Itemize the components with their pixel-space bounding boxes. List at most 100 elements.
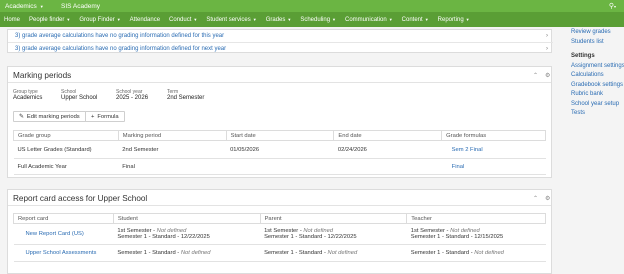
settings-header: Settings bbox=[571, 53, 595, 59]
marking-period-cell: Final bbox=[118, 158, 227, 175]
report-card-access-card: Report card access for Upper School ⌃ ⚙ … bbox=[7, 189, 552, 274]
gear-icon[interactable]: ⚙ bbox=[545, 72, 550, 79]
report-card-link[interactable]: Upper School Assessments bbox=[26, 250, 97, 256]
chevron-right-icon: › bbox=[546, 33, 548, 39]
grade-formula-link[interactable]: Final bbox=[452, 164, 465, 170]
marking-periods-table: Grade group Marking period Start date En… bbox=[13, 130, 546, 175]
nav-item-label: Student services bbox=[206, 16, 251, 23]
nav-item-label: Grades bbox=[265, 16, 286, 23]
button-label: Edit marking periods bbox=[26, 113, 80, 120]
report-card-link[interactable]: New Report Card (US) bbox=[26, 231, 84, 237]
app-switcher[interactable]: Academics ▼ bbox=[5, 3, 61, 10]
chevron-down-icon: ▼ bbox=[332, 16, 337, 22]
chevron-down-icon: ▼ bbox=[193, 16, 198, 22]
chevron-down-icon: ▼ bbox=[388, 16, 393, 22]
gear-icon[interactable]: ⚙ bbox=[545, 195, 550, 202]
column-header: Parent bbox=[259, 213, 408, 224]
nav-item-student-services[interactable]: Student services ▼ bbox=[206, 17, 256, 23]
nav-item-attendance[interactable]: Attendance bbox=[130, 17, 160, 23]
parent-access-cell: 1st Semester - Not defined Semester 1 - … bbox=[260, 223, 407, 245]
start-date-cell bbox=[226, 158, 334, 175]
chevron-up-icon[interactable]: ⌃ bbox=[533, 72, 538, 79]
marking-periods-title: Marking periods bbox=[13, 71, 72, 80]
marking-periods-card: Marking periods ⌃ ⚙ Group type Academics… bbox=[7, 66, 552, 178]
grade-formula-link[interactable]: Sem 2 Final bbox=[452, 147, 483, 153]
chevron-up-icon[interactable]: ⌃ bbox=[533, 195, 538, 202]
formula-button[interactable]: + Formula bbox=[85, 111, 125, 122]
alert-this-year[interactable]: 3) grade average calculations have no gr… bbox=[8, 30, 553, 42]
end-date-cell: 02/24/2026 bbox=[333, 140, 442, 159]
nav-item-label: Attendance bbox=[129, 16, 161, 23]
sidebar-link-gradebook-settings[interactable]: Gradebook settings bbox=[571, 81, 624, 91]
report-tools: ⌃ ⚙ bbox=[533, 195, 550, 202]
nav-item-grades[interactable]: Grades ▼ bbox=[266, 17, 292, 23]
column-header: Student bbox=[112, 213, 261, 224]
alert-text: 3) grade average calculations have no gr… bbox=[15, 45, 227, 52]
chevron-down-icon: ▼ bbox=[252, 16, 257, 22]
chevron-down-icon: ▼ bbox=[66, 16, 71, 22]
table-header-row: Grade group Marking period Start date En… bbox=[13, 130, 546, 141]
alerts-card: 3) grade average calculations have no gr… bbox=[7, 29, 553, 54]
nav-item-group-finder[interactable]: Group Finder ▼ bbox=[79, 17, 120, 23]
nav-item-reporting[interactable]: Reporting ▼ bbox=[438, 17, 470, 23]
main-nav: Home People finder ▼ Group Finder ▼ Attendanc… bbox=[0, 12, 624, 27]
nav-item-label: Content bbox=[401, 16, 423, 23]
parent-access-cell: Semester 1 - Standard - Not defined bbox=[260, 244, 407, 262]
table-row: Full Academic Year Final Final bbox=[13, 158, 546, 175]
grade-group-cell: Full Academic Year bbox=[13, 158, 119, 175]
column-header: Marking period bbox=[117, 130, 227, 141]
nav-item-label: Communication bbox=[345, 16, 387, 23]
column-header: End date bbox=[333, 130, 443, 141]
teacher-access-cell: Semester 1 - Standard - Not defined bbox=[406, 244, 546, 262]
end-date-cell bbox=[333, 158, 442, 175]
nav-item-people-finder[interactable]: People finder ▼ bbox=[29, 17, 70, 23]
nav-item-label: Conduct bbox=[169, 16, 192, 23]
nav-item-conduct[interactable]: Conduct ▼ bbox=[169, 17, 197, 23]
column-header: Grade group bbox=[13, 130, 119, 141]
org-name: SIS Academy bbox=[61, 2, 101, 10]
term-value: 2nd Semester bbox=[167, 95, 205, 101]
sidebar-link-tests[interactable]: Tests bbox=[571, 109, 624, 119]
sidebar-link-calculations[interactable]: Calculations bbox=[571, 71, 624, 81]
nav-item-communication[interactable]: Communication ▼ bbox=[345, 17, 393, 23]
chevron-down-icon: ▼ bbox=[287, 16, 292, 22]
chevron-down-icon: ▼ bbox=[39, 3, 44, 9]
sidebar-link-assignment-settings[interactable]: Assignment settings bbox=[571, 62, 624, 72]
marking-period-cell: 2nd Semester bbox=[118, 140, 227, 159]
edit-marking-periods-button[interactable]: ✎ Edit marking periods bbox=[13, 111, 86, 122]
chevron-down-icon: ▼ bbox=[116, 16, 121, 22]
table-header-row: Report card Student Parent Teacher bbox=[13, 213, 546, 224]
nav-item-content[interactable]: Content ▼ bbox=[402, 17, 429, 23]
chevron-down-icon: ▼ bbox=[465, 16, 470, 22]
chevron-down-icon: ▼ bbox=[424, 16, 429, 22]
nav-item-scheduling[interactable]: Scheduling ▼ bbox=[300, 17, 336, 23]
teacher-access-cell: 1st Semester - Not defined Semester 1 - … bbox=[406, 223, 546, 245]
student-access-cell: 1st Semester - Not defined Semester 1 - … bbox=[113, 223, 261, 245]
alert-next-year[interactable]: 3) grade average calculations have no gr… bbox=[8, 42, 553, 54]
search-icon[interactable]: ⚲▾ bbox=[609, 2, 616, 10]
grade-group-cell: US Letter Grades (Standard) bbox=[13, 140, 119, 159]
school-year-value: 2025 - 2026 bbox=[116, 95, 149, 101]
column-header: Start date bbox=[225, 130, 335, 141]
sidebar-link-review-grades[interactable]: Review grades bbox=[571, 28, 624, 38]
alert-text: 3) grade average calculations have no gr… bbox=[15, 33, 225, 39]
table-row: Upper School Assessments Semester 1 - St… bbox=[13, 244, 546, 262]
student-access-cell: Semester 1 - Standard - Not defined bbox=[113, 244, 261, 262]
nav-item-home[interactable]: Home bbox=[4, 17, 20, 23]
button-label: Formula bbox=[97, 113, 119, 120]
chevron-right-icon: › bbox=[546, 45, 548, 52]
nav-item-label: Group Finder bbox=[79, 16, 115, 23]
nav-item-label: People finder bbox=[29, 16, 65, 23]
top-bar: Academics ▼ SIS Academy ⚲▾ bbox=[0, 0, 624, 12]
column-header: Teacher bbox=[406, 213, 546, 224]
sidebar-link-students-list[interactable]: Students list bbox=[571, 38, 624, 48]
sidebar-link-rubric-bank[interactable]: Rubric bank bbox=[571, 90, 624, 100]
column-header: Grade formulas bbox=[441, 130, 546, 141]
table-row: US Letter Grades (Standard) 2nd Semester… bbox=[13, 140, 546, 159]
report-card-table: Report card Student Parent Teacher New R… bbox=[13, 213, 546, 262]
sidebar-link-school-year-setup[interactable]: School year setup bbox=[571, 100, 624, 110]
table-row: New Report Card (US) 1st Semester - Not … bbox=[13, 223, 546, 245]
start-date-cell: 01/05/2026 bbox=[226, 140, 334, 159]
marking-tools: ⌃ ⚙ bbox=[533, 72, 550, 79]
plus-icon: + bbox=[91, 113, 95, 120]
